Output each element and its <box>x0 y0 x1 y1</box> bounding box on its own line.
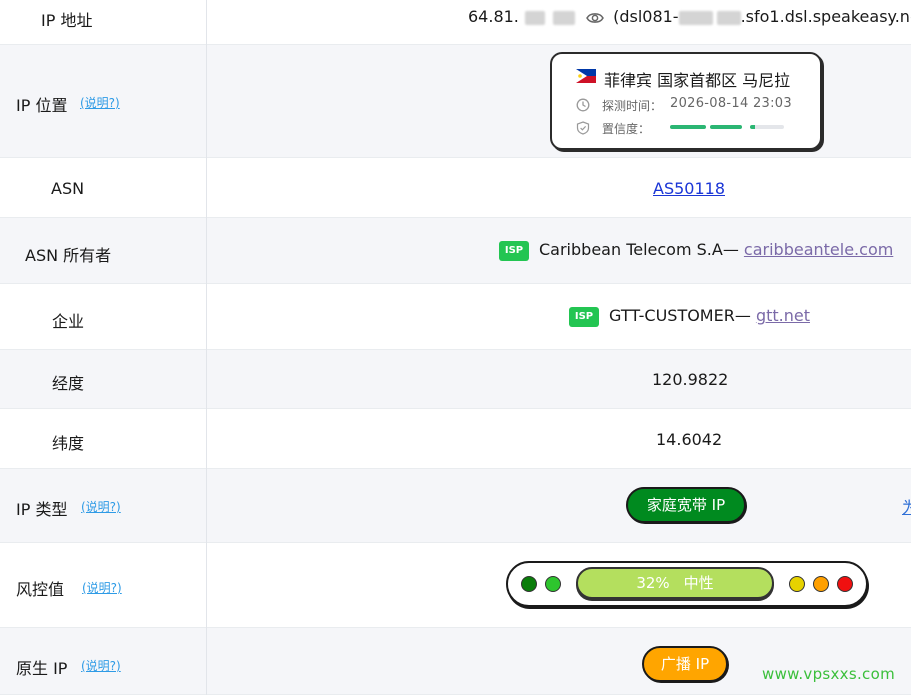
watermark: www.vpsxxs.com <box>762 665 895 683</box>
ip-type-help-link[interactable]: (说明?) <box>81 498 121 515</box>
location-title: 菲律宾 国家首都区 马尼拉 <box>604 71 791 90</box>
masked-hostname-segment <box>678 10 713 25</box>
asn-owner-domain-link[interactable]: caribbeantele.com <box>744 240 893 259</box>
hostname-tail: .sfo1.dsl.speakeasy.net) <box>740 7 911 26</box>
risk-label: 风控值 <box>16 580 65 599</box>
longitude-label: 经度 <box>52 374 85 393</box>
confidence-segment <box>750 125 784 129</box>
shield-check-icon <box>576 121 590 135</box>
location-card: 菲律宾 国家首都区 马尼拉 探测时间： 2026-08-14 23:03 置信度… <box>550 52 822 150</box>
ip-location-help-link[interactable]: (说明?) <box>80 94 120 111</box>
masked-ip-segment <box>552 10 575 25</box>
risk-score-bar: 32% 中性 <box>576 567 774 599</box>
row-longitude <box>0 350 911 409</box>
asn-owner-name: Caribbean Telecom S.A— <box>539 240 739 259</box>
column-divider <box>206 0 207 695</box>
ip-type-side-link[interactable]: 为 <box>902 494 911 518</box>
native-ip-badge: 广播 IP <box>642 646 728 682</box>
detect-time-value: 2026-08-14 23:03 <box>670 96 792 111</box>
latitude-label: 纬度 <box>52 434 85 453</box>
risk-level: 中性 <box>683 574 714 592</box>
row-asn <box>0 158 911 218</box>
row-latitude <box>0 409 911 469</box>
philippines-flag-icon <box>576 69 596 83</box>
asn-link[interactable]: AS50118 <box>653 179 725 198</box>
risk-dot-red <box>837 576 853 592</box>
row-native-ip <box>0 628 911 695</box>
risk-meter: 32% 中性 <box>506 561 868 607</box>
risk-dot-green <box>545 576 561 592</box>
native-ip-label: 原生 IP <box>16 659 68 678</box>
ip-type-label: IP 类型 <box>16 500 68 519</box>
ip-location-label: IP 位置 <box>16 96 68 115</box>
hostname-open: (dsl081- <box>613 7 679 26</box>
row-ip-type <box>0 469 911 543</box>
confidence-segment <box>670 125 706 129</box>
detect-time-label: 探测时间： <box>602 99 663 113</box>
longitude-value: 120.9822 <box>652 370 729 389</box>
asn-label: ASN <box>51 179 85 198</box>
ip-type-badge: 家庭宽带 IP <box>626 487 746 523</box>
enterprise-value: ISP GTT-CUSTOMER— gtt.net <box>569 306 810 327</box>
clock-icon <box>576 98 590 112</box>
enterprise-name: GTT-CUSTOMER— <box>609 306 751 325</box>
masked-ip-segment <box>524 10 545 25</box>
isp-badge: ISP <box>499 240 529 261</box>
risk-dot-yellow <box>789 576 805 592</box>
risk-dot-orange <box>813 576 829 592</box>
enterprise-label: 企业 <box>52 312 85 331</box>
isp-badge: ISP <box>569 306 599 327</box>
asn-owner-value: ISP Caribbean Telecom S.A— caribbeantele.… <box>499 240 893 261</box>
eye-icon[interactable] <box>586 11 604 25</box>
ip-address-label: IP 地址 <box>41 11 93 30</box>
confidence-label: 置信度： <box>602 122 651 136</box>
ip-address-value: 64.81. (dsl081- .sfo1.dsl.speakeasy.net) <box>468 7 911 26</box>
risk-dot-dark-green <box>521 576 537 592</box>
masked-hostname-segment <box>716 10 741 25</box>
native-ip-help-link[interactable]: (说明?) <box>81 657 121 674</box>
asn-owner-label: ASN 所有者 <box>25 246 112 265</box>
ip-prefix: 64.81. <box>468 7 519 26</box>
risk-percent: 32% <box>636 574 670 592</box>
risk-help-link[interactable]: (说明?) <box>82 579 122 596</box>
confidence-segment <box>710 125 742 129</box>
enterprise-domain-link[interactable]: gtt.net <box>756 306 810 325</box>
latitude-value: 14.6042 <box>656 430 723 449</box>
